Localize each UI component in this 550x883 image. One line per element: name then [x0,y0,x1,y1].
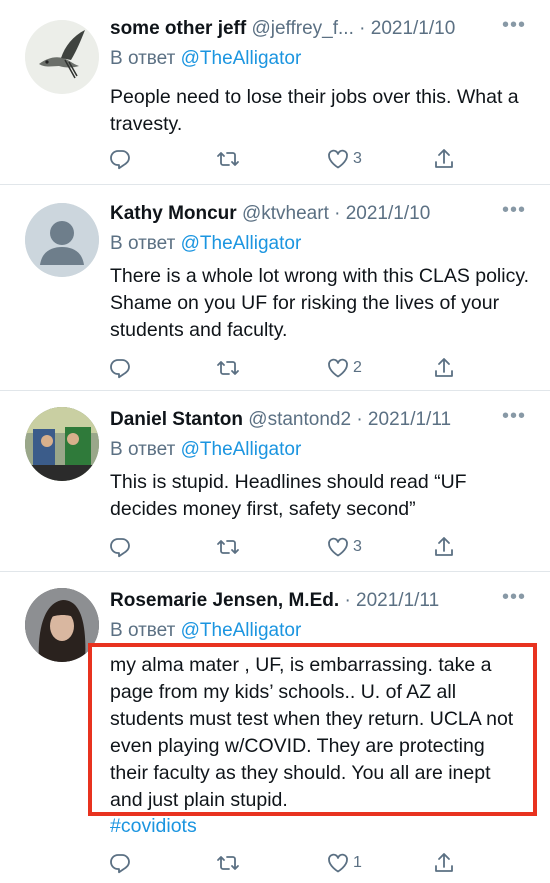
tweet-date[interactable]: · 2021/1/11 [356,409,451,430]
tweet-actions: 3 [108,534,458,560]
retweet-icon [216,356,240,380]
share-button[interactable] [432,146,456,172]
share-icon [432,851,456,875]
author-handle[interactable]: @ktvheart [242,203,329,224]
tweet[interactable]: some other jeff @jeffrey_f... · 2021/1/1… [0,0,550,185]
reply-mention[interactable]: @TheAlligator [181,48,302,69]
like-icon [326,356,350,380]
retweet-button[interactable] [216,146,240,172]
author-handle[interactable]: @jeffrey_f... [251,18,353,39]
reply-context: В ответ @TheAlligator [110,620,301,642]
hashtag-link[interactable]: #covidiots [110,815,197,838]
like-count: 1 [353,854,362,871]
like-button[interactable]: 1 [326,850,362,876]
photo-avatar[interactable] [25,407,99,481]
reply-prefix: В ответ [110,439,176,460]
tweet[interactable]: Daniel Stanton @stantond2 · 2021/1/11 ••… [0,391,550,572]
retweet-button[interactable] [216,850,240,876]
reply-mention[interactable]: @TheAlligator [181,620,302,641]
retweet-icon [216,851,240,875]
retweet-button[interactable] [216,355,240,381]
tweet-actions: 2 [108,355,458,381]
tweet-actions: 3 [108,146,458,172]
author-name[interactable]: some other jeff [110,18,246,39]
reply-button[interactable] [108,534,132,560]
profile-photo-icon [25,407,99,481]
tweet-header: Daniel Stanton @stantond2 · 2021/1/11 [110,409,538,439]
author-name[interactable]: Kathy Moncur [110,203,237,224]
tweet-date[interactable]: · 2021/1/10 [334,203,430,224]
share-icon [432,356,456,380]
bird-avatar[interactable] [25,20,99,94]
reply-icon [108,356,132,380]
more-icon[interactable]: ••• [502,586,526,609]
like-button[interactable]: 2 [326,355,362,381]
reply-prefix: В ответ [110,233,176,254]
reply-mention[interactable]: @TheAlligator [181,439,302,460]
share-button[interactable] [432,534,456,560]
more-icon[interactable]: ••• [502,405,526,428]
reply-icon [108,147,132,171]
share-icon [432,147,456,171]
reply-button[interactable] [108,355,132,381]
reply-context: В ответ @TheAlligator [110,439,301,461]
reply-prefix: В ответ [110,48,176,69]
more-icon[interactable]: ••• [502,199,526,222]
author-handle[interactable]: @stantond2 [248,409,351,430]
tweet-text: People need to lose their jobs over this… [110,86,519,135]
author-name[interactable]: Daniel Stanton [110,409,243,430]
reply-button[interactable] [108,146,132,172]
reply-icon [108,851,132,875]
default-avatar[interactable] [25,203,99,277]
like-button[interactable]: 3 [326,534,362,560]
share-button[interactable] [432,850,456,876]
tweet-date[interactable]: · 2021/1/11 [344,590,439,611]
tweet-date[interactable]: · 2021/1/10 [359,18,455,39]
tweet-header: some other jeff @jeffrey_f... · 2021/1/1… [110,18,538,48]
retweet-icon [216,535,240,559]
more-icon[interactable]: ••• [502,14,526,37]
like-count: 3 [353,150,362,167]
like-button[interactable]: 3 [326,146,362,172]
tweet-text: This is stupid. Headlines should read “U… [110,471,467,520]
tweet-header: Rosemarie Jensen, M.Ed. · 2021/1/11 [110,590,538,620]
retweet-button[interactable] [216,534,240,560]
reply-prefix: В ответ [110,620,176,641]
like-count: 2 [353,359,362,376]
share-icon [432,535,456,559]
tweet-text: There is a whole lot wrong with this CLA… [110,265,530,341]
highlight-box [88,643,537,816]
reply-context: В ответ @TheAlligator [110,233,301,255]
reply-icon [108,535,132,559]
like-icon [326,147,350,171]
like-count: 3 [353,538,362,555]
default-profile-icon [25,203,99,277]
like-icon [326,851,350,875]
like-icon [326,535,350,559]
tweet-header: Kathy Moncur @ktvheart · 2021/1/10 [110,203,538,233]
share-button[interactable] [432,355,456,381]
author-name[interactable]: Rosemarie Jensen, M.Ed. [110,590,339,611]
reply-context: В ответ @TheAlligator [110,48,301,70]
retweet-icon [216,147,240,171]
reply-button[interactable] [108,850,132,876]
reply-mention[interactable]: @TheAlligator [181,233,302,254]
tweet-actions: 1 [108,850,458,876]
bird-illustration-icon [25,20,99,94]
tweet[interactable]: Kathy Moncur @ktvheart · 2021/1/10 ••• В… [0,185,550,391]
